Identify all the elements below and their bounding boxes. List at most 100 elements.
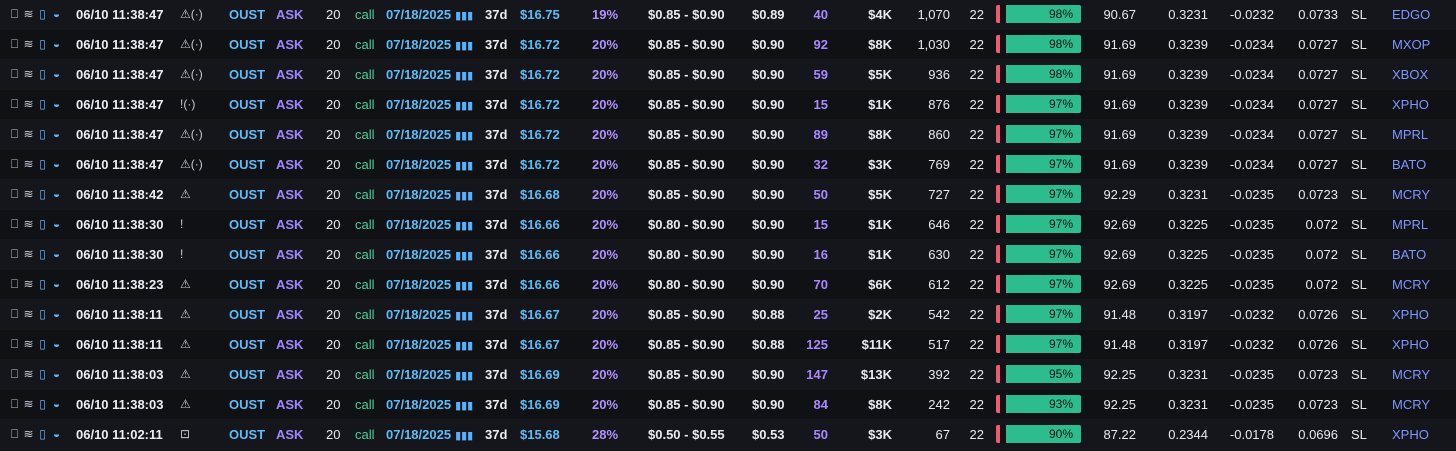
- ticker-link[interactable]: OUST: [229, 180, 275, 209]
- bar-chart-icon[interactable]: ▮▮▮: [455, 430, 473, 442]
- expiry[interactable]: 07/18/2025 ▮▮▮: [386, 120, 476, 149]
- expiry[interactable]: 07/18/2025 ▮▮▮: [386, 360, 476, 389]
- ticker-link[interactable]: OUST: [229, 330, 275, 359]
- bar-chart-icon[interactable]: ▮▮▮: [455, 70, 473, 82]
- exchange[interactable]: XPHO: [1392, 420, 1436, 449]
- flow-row[interactable]: ⎕ ≋ ▯ ◒ 06/10 11:38:03 ⚠ OUST ASK 20 call 0…: [0, 360, 1456, 390]
- ticker-link[interactable]: OUST: [229, 150, 275, 179]
- flow-row[interactable]: ⎕ ≋ ▯ ◒ 06/10 11:38:47 ⚠(·) OUST ASK 20 cal…: [0, 30, 1456, 60]
- expiry[interactable]: 07/18/2025 ▮▮▮: [386, 60, 476, 89]
- bar-chart-icon[interactable]: ▮▮▮: [455, 10, 473, 22]
- bookmark-icon[interactable]: ⎕: [8, 240, 22, 269]
- bar-chart-icon[interactable]: ▮▮▮: [455, 160, 473, 172]
- expiry[interactable]: 07/18/2025 ▮▮▮: [386, 270, 476, 299]
- flow-row[interactable]: ⎕ ≋ ▯ ◒ 06/10 11:38:47 ⚠(·) OUST ASK 20 cal…: [0, 120, 1456, 150]
- exchange[interactable]: MCRY: [1392, 270, 1436, 299]
- exchange[interactable]: MCRY: [1392, 360, 1436, 389]
- expiry[interactable]: 07/18/2025 ▮▮▮: [386, 150, 476, 179]
- trash-icon[interactable]: ▯: [36, 270, 50, 299]
- flow-row[interactable]: ⎕ ≋ ▯ ◒ 06/10 11:38:03 ⚠ OUST ASK 20 call 0…: [0, 390, 1456, 420]
- ticker-link[interactable]: OUST: [229, 120, 275, 149]
- expiry[interactable]: 07/18/2025 ▮▮▮: [386, 210, 476, 239]
- expiry[interactable]: 07/18/2025 ▮▮▮: [386, 240, 476, 269]
- ticker-link[interactable]: OUST: [229, 90, 275, 119]
- bar-chart-icon[interactable]: ▮▮▮: [455, 220, 473, 232]
- trash-icon[interactable]: ▯: [36, 360, 50, 389]
- exchange[interactable]: XPHO: [1392, 90, 1436, 119]
- trash-icon[interactable]: ▯: [36, 30, 50, 59]
- expiry[interactable]: 07/18/2025 ▮▮▮: [386, 180, 476, 209]
- flow-row[interactable]: ⎕ ≋ ▯ ◒ 06/10 11:02:11 ⊡ OUST ASK 20 call 0…: [0, 420, 1456, 450]
- trash-icon[interactable]: ▯: [36, 120, 50, 149]
- exchange[interactable]: XPHO: [1392, 300, 1436, 329]
- ticker-link[interactable]: OUST: [229, 360, 275, 389]
- exchange[interactable]: MPRL: [1392, 210, 1436, 239]
- exchange[interactable]: BATO: [1392, 240, 1436, 269]
- trash-icon[interactable]: ▯: [36, 390, 50, 419]
- ticker-link[interactable]: OUST: [229, 0, 275, 29]
- flow-row[interactable]: ⎕ ≋ ▯ ◒ 06/10 11:38:11 ⚠ OUST ASK 20 call 0…: [0, 300, 1456, 330]
- ticker-link[interactable]: OUST: [229, 60, 275, 89]
- trash-icon[interactable]: ▯: [36, 300, 50, 329]
- trash-icon[interactable]: ▯: [36, 330, 50, 359]
- flow-row[interactable]: ⎕ ≋ ▯ ◒ 06/10 11:38:30 ! OUST ASK 20 call 0…: [0, 240, 1456, 270]
- trash-icon[interactable]: ▯: [36, 60, 50, 89]
- bookmark-icon[interactable]: ⎕: [8, 360, 22, 389]
- expiry[interactable]: 07/18/2025 ▮▮▮: [386, 30, 476, 59]
- flow-row[interactable]: ⎕ ≋ ▯ ◒ 06/10 11:38:23 ⚠ OUST ASK 20 call 0…: [0, 270, 1456, 300]
- bookmark-icon[interactable]: ⎕: [8, 90, 22, 119]
- flow-row[interactable]: ⎕ ≋ ▯ ◒ 06/10 11:38:42 ⚠ OUST ASK 20 call 0…: [0, 180, 1456, 210]
- bookmark-icon[interactable]: ⎕: [8, 390, 22, 419]
- expiry[interactable]: 07/18/2025 ▮▮▮: [386, 330, 476, 359]
- flow-row[interactable]: ⎕ ≋ ▯ ◒ 06/10 11:38:47 !(·) OUST ASK 20 cal…: [0, 90, 1456, 120]
- bar-chart-icon[interactable]: ▮▮▮: [455, 100, 473, 112]
- trash-icon[interactable]: ▯: [36, 240, 50, 269]
- bookmark-icon[interactable]: ⎕: [8, 300, 22, 329]
- expiry[interactable]: 07/18/2025 ▮▮▮: [386, 420, 476, 449]
- ticker-link[interactable]: OUST: [229, 270, 275, 299]
- bar-chart-icon[interactable]: ▮▮▮: [455, 370, 473, 382]
- bar-chart-icon[interactable]: ▮▮▮: [455, 130, 473, 142]
- bar-chart-icon[interactable]: ▮▮▮: [455, 40, 473, 52]
- flow-row[interactable]: ⎕ ≋ ▯ ◒ 06/10 11:38:11 ⚠ OUST ASK 20 call 0…: [0, 330, 1456, 360]
- bookmark-icon[interactable]: ⎕: [8, 150, 22, 179]
- ticker-link[interactable]: OUST: [229, 390, 275, 419]
- exchange[interactable]: MCRY: [1392, 180, 1436, 209]
- bar-chart-icon[interactable]: ▮▮▮: [455, 310, 473, 322]
- bookmark-icon[interactable]: ⎕: [8, 330, 22, 359]
- bookmark-icon[interactable]: ⎕: [8, 270, 22, 299]
- expiry[interactable]: 07/18/2025 ▮▮▮: [386, 90, 476, 119]
- expiry[interactable]: 07/18/2025 ▮▮▮: [386, 390, 476, 419]
- exchange[interactable]: MCRY: [1392, 390, 1436, 419]
- trash-icon[interactable]: ▯: [36, 180, 50, 209]
- flow-row[interactable]: ⎕ ≋ ▯ ◒ 06/10 11:38:30 ! OUST ASK 20 call 0…: [0, 210, 1456, 240]
- bookmark-icon[interactable]: ⎕: [8, 420, 22, 449]
- exchange[interactable]: XPHO: [1392, 330, 1436, 359]
- bar-chart-icon[interactable]: ▮▮▮: [455, 250, 473, 262]
- expiry[interactable]: 07/18/2025 ▮▮▮: [386, 0, 476, 29]
- bar-chart-icon[interactable]: ▮▮▮: [455, 190, 473, 202]
- ticker-link[interactable]: OUST: [229, 210, 275, 239]
- ticker-link[interactable]: OUST: [229, 420, 275, 449]
- bar-chart-icon[interactable]: ▮▮▮: [455, 400, 473, 412]
- bookmark-icon[interactable]: ⎕: [8, 180, 22, 209]
- trash-icon[interactable]: ▯: [36, 0, 50, 29]
- bookmark-icon[interactable]: ⎕: [8, 60, 22, 89]
- bar-chart-icon[interactable]: ▮▮▮: [455, 280, 473, 292]
- bookmark-icon[interactable]: ⎕: [8, 0, 22, 29]
- flow-row[interactable]: ⎕ ≋ ▯ ◒ 06/10 11:38:47 ⚠(·) OUST ASK 20 cal…: [0, 150, 1456, 180]
- exchange[interactable]: BATO: [1392, 150, 1436, 179]
- ticker-link[interactable]: OUST: [229, 240, 275, 269]
- ticker-link[interactable]: OUST: [229, 300, 275, 329]
- exchange[interactable]: MXOP: [1392, 30, 1436, 59]
- trash-icon[interactable]: ▯: [36, 150, 50, 179]
- trash-icon[interactable]: ▯: [36, 420, 50, 449]
- bookmark-icon[interactable]: ⎕: [8, 30, 22, 59]
- exchange[interactable]: EDGO: [1392, 0, 1436, 29]
- bookmark-icon[interactable]: ⎕: [8, 210, 22, 239]
- flow-row[interactable]: ⎕ ≋ ▯ ◒ 06/10 11:38:47 ⚠(·) OUST ASK 20 cal…: [0, 60, 1456, 90]
- trash-icon[interactable]: ▯: [36, 210, 50, 239]
- expiry[interactable]: 07/18/2025 ▮▮▮: [386, 300, 476, 329]
- bar-chart-icon[interactable]: ▮▮▮: [455, 340, 473, 352]
- flow-row[interactable]: ⎕ ≋ ▯ ◒ 06/10 11:38:47 ⚠(·) OUST ASK 20 cal…: [0, 0, 1456, 30]
